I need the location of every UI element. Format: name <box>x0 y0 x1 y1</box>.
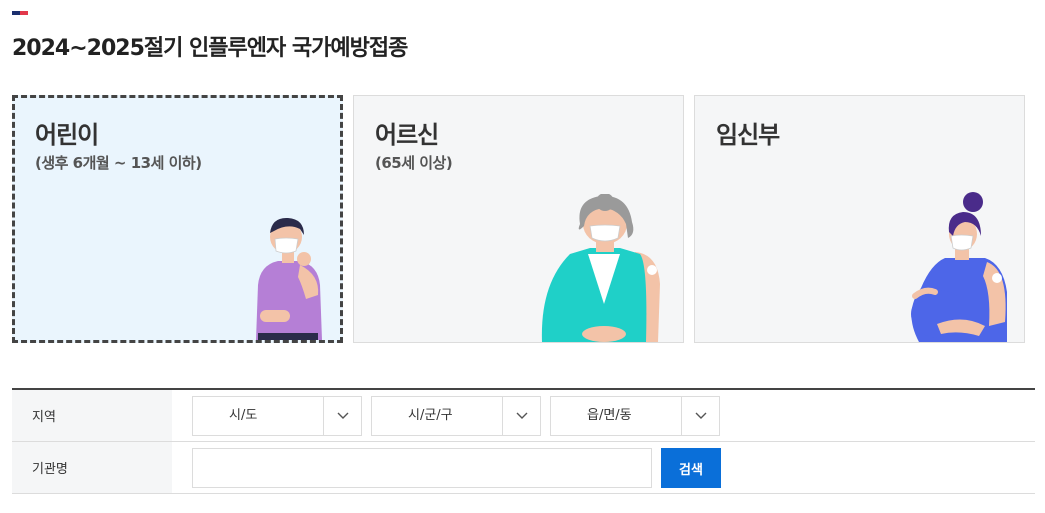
institution-row: 기관명 검색 <box>12 442 1035 494</box>
city-select[interactable]: 시/군/구 <box>371 396 541 436</box>
search-form: 지역 시/도 시/군/구 읍/면/동 기관명 검색 <box>12 388 1035 494</box>
region-row: 지역 시/도 시/군/구 읍/면/동 <box>12 390 1035 442</box>
search-button[interactable]: 검색 <box>661 448 721 488</box>
card-child[interactable]: 어린이 (생후 6개월 ~ 13세 이하) <box>12 95 343 343</box>
title-accent-mark <box>12 11 28 15</box>
chevron-down-icon[interactable] <box>681 397 719 435</box>
institution-label: 기관명 <box>12 442 172 493</box>
card-elderly-subtitle: (65세 이상) <box>375 154 453 172</box>
page-title: 2024~2025절기 인플루엔자 국가예방접종 <box>12 36 408 61</box>
pregnant-woman-vaccinated-illustration <box>911 192 1007 342</box>
province-select[interactable]: 시/도 <box>192 396 362 436</box>
card-elderly-title: 어르신 <box>375 121 439 149</box>
region-label: 지역 <box>12 390 172 441</box>
card-pregnant[interactable]: 임신부 <box>694 95 1025 343</box>
card-pregnant-title: 임신부 <box>716 121 780 149</box>
chevron-down-icon[interactable] <box>502 397 540 435</box>
chevron-down-icon[interactable] <box>323 397 361 435</box>
town-select[interactable]: 읍/면/동 <box>550 396 720 436</box>
town-select-value: 읍/면/동 <box>587 408 632 423</box>
province-select-value: 시/도 <box>229 408 258 423</box>
institution-name-input[interactable] <box>192 448 652 488</box>
card-child-title: 어린이 <box>35 121 99 149</box>
child-vaccinated-illustration <box>256 217 322 340</box>
city-select-value: 시/군/구 <box>408 408 453 423</box>
card-child-subtitle: (생후 6개월 ~ 13세 이하) <box>35 154 202 172</box>
target-group-cards: 어린이 (생후 6개월 ~ 13세 이하) 어르신 (65세 이상) 임신부 <box>12 95 1025 343</box>
elderly-vaccinated-illustration <box>541 194 660 342</box>
card-elderly[interactable]: 어르신 (65세 이상) <box>353 95 684 343</box>
